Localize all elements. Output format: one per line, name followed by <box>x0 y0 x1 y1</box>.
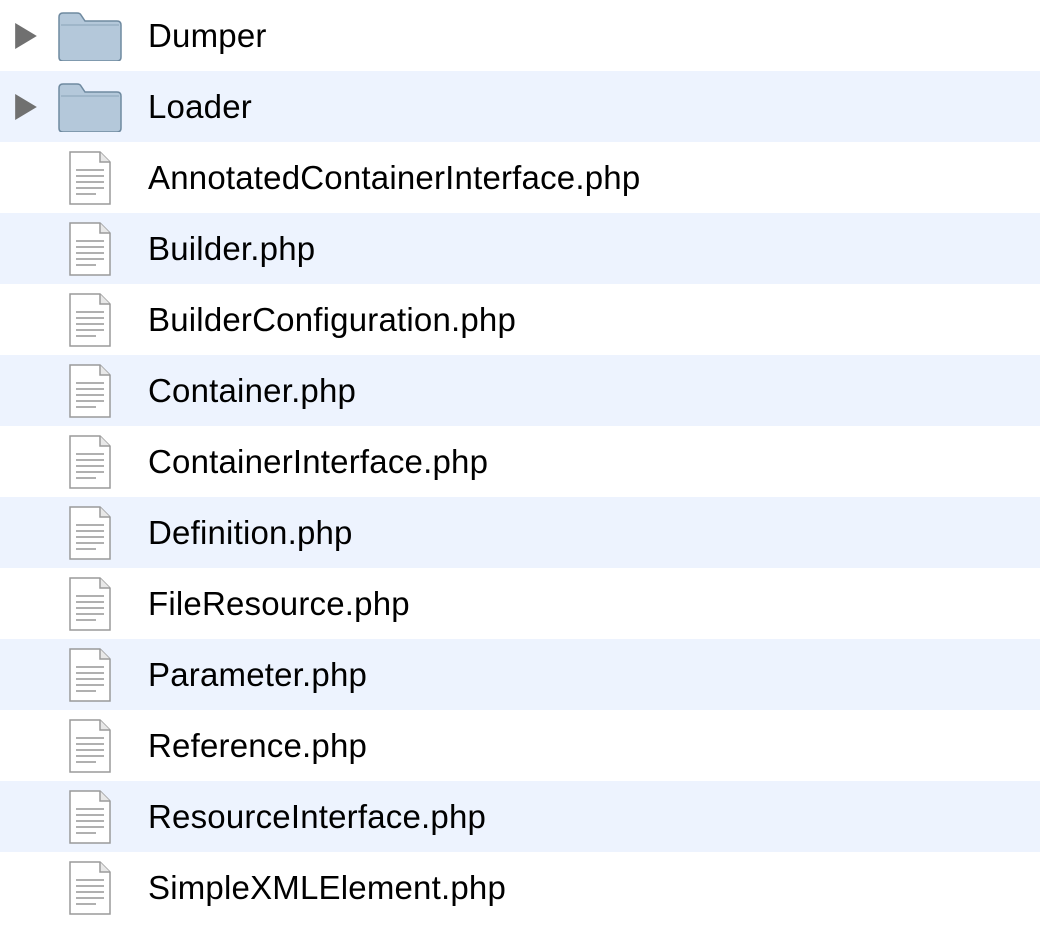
disclosure-triangle-icon[interactable] <box>2 83 50 131</box>
folder-icon <box>50 8 130 64</box>
tree-row-file[interactable]: Builder.php <box>0 213 1040 284</box>
tree-item-label: Loader <box>148 88 252 126</box>
tree-row-file[interactable]: SimpleXMLElement.php <box>0 852 1040 923</box>
file-icon <box>50 718 130 774</box>
tree-row-file[interactable]: ResourceInterface.php <box>0 781 1040 852</box>
tree-row-folder[interactable]: Dumper <box>0 0 1040 71</box>
tree-row-file[interactable]: BuilderConfiguration.php <box>0 284 1040 355</box>
tree-item-label: AnnotatedContainerInterface.php <box>148 159 640 197</box>
file-tree: Dumper Loader Annotat <box>0 0 1040 923</box>
file-icon <box>50 292 130 348</box>
file-icon <box>50 860 130 916</box>
file-icon <box>50 221 130 277</box>
disclosure-triangle-icon[interactable] <box>2 12 50 60</box>
tree-item-label: Reference.php <box>148 727 367 765</box>
tree-item-label: Builder.php <box>148 230 315 268</box>
tree-row-file[interactable]: Parameter.php <box>0 639 1040 710</box>
file-icon <box>50 434 130 490</box>
file-icon <box>50 150 130 206</box>
file-icon <box>50 363 130 419</box>
tree-item-label: BuilderConfiguration.php <box>148 301 516 339</box>
tree-item-label: Parameter.php <box>148 656 367 694</box>
tree-item-label: SimpleXMLElement.php <box>148 869 506 907</box>
tree-item-label: ContainerInterface.php <box>148 443 488 481</box>
tree-row-folder[interactable]: Loader <box>0 71 1040 142</box>
tree-row-file[interactable]: Definition.php <box>0 497 1040 568</box>
tree-row-file[interactable]: AnnotatedContainerInterface.php <box>0 142 1040 213</box>
file-icon <box>50 789 130 845</box>
tree-row-file[interactable]: ContainerInterface.php <box>0 426 1040 497</box>
tree-item-label: FileResource.php <box>148 585 410 623</box>
tree-row-file[interactable]: FileResource.php <box>0 568 1040 639</box>
tree-item-label: Container.php <box>148 372 356 410</box>
tree-row-file[interactable]: Reference.php <box>0 710 1040 781</box>
file-icon <box>50 505 130 561</box>
tree-item-label: Definition.php <box>148 514 353 552</box>
tree-item-label: Dumper <box>148 17 267 55</box>
folder-icon <box>50 79 130 135</box>
file-icon <box>50 576 130 632</box>
file-icon <box>50 647 130 703</box>
tree-row-file[interactable]: Container.php <box>0 355 1040 426</box>
tree-item-label: ResourceInterface.php <box>148 798 486 836</box>
